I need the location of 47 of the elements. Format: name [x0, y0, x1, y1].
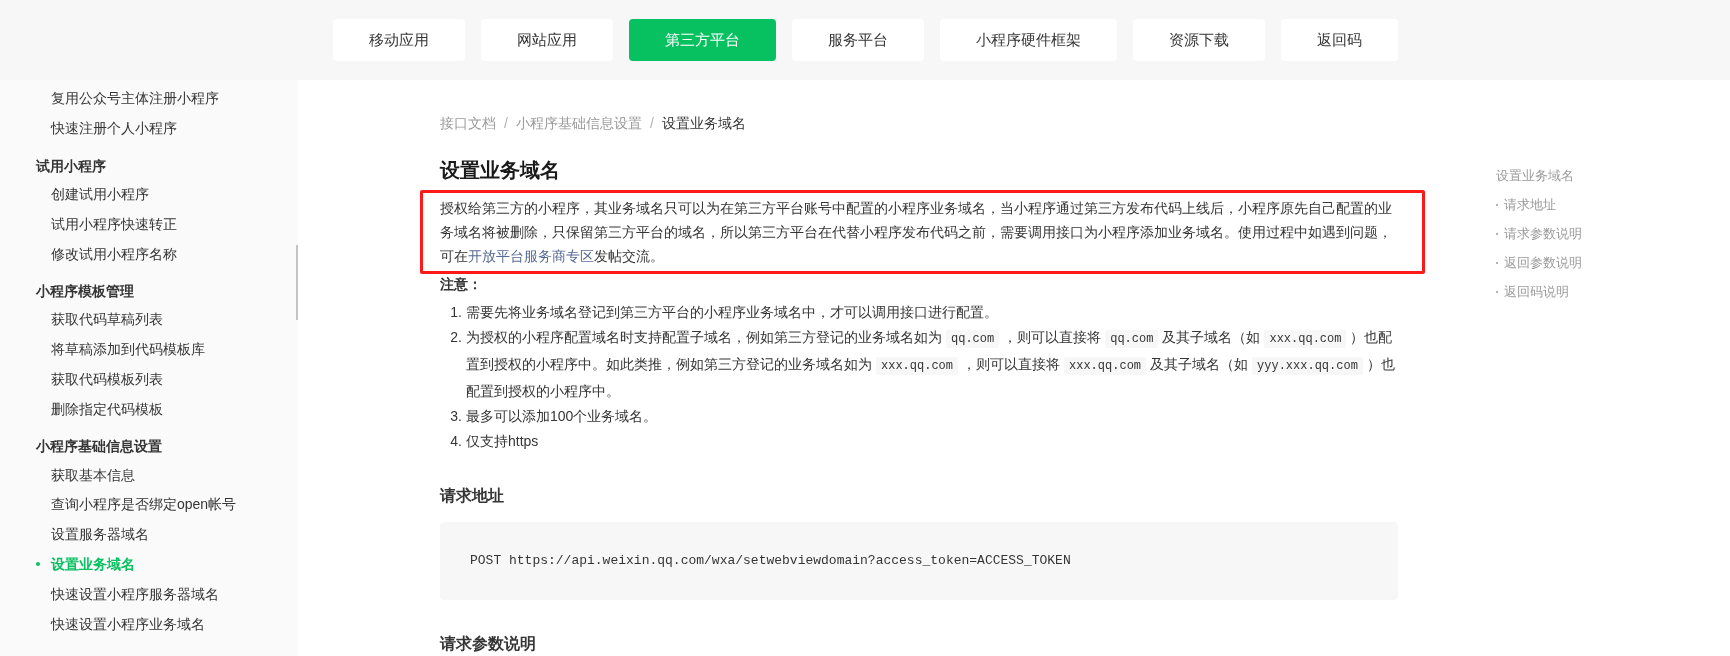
inline-code: qq.com [1105, 330, 1159, 349]
sidebar-item[interactable]: 试用小程序快速转正 [36, 209, 177, 240]
nav-tab[interactable]: 移动应用 [332, 19, 465, 61]
inline-code: xxx.qq.com [1264, 330, 1347, 349]
list-number: 4. [449, 432, 463, 452]
sidebar-heading: 小程序模板管理 [36, 282, 134, 301]
sidebar-item[interactable]: 快速设置小程序服务器域名 [36, 579, 219, 610]
sidebar-item[interactable]: 删除指定代码模板 [36, 394, 163, 425]
sidebar-item[interactable]: 修改试用小程序名称 [36, 239, 177, 269]
nav-tab[interactable]: 服务平台 [791, 19, 924, 61]
list-item-text: 为授权的小程序配置域名时支持配置子域名，例如第三方登记的业务域名如为 qq.com ，则可以直接将 qq.com 及其子域名（如 xxx.qq.com ）也配置到授权的小程序中。如此类推，例如第三方登记的业务域名如为 xxx.qq.com ，则可以直接将 xxx.qq.com 及其子域名（如 yyy.xxx.qq.com ）也配置到授权的小程序中。 [466, 328, 1395, 402]
sidebar-item[interactable]: 获取基本信息 [36, 460, 135, 490]
inline-code: xxx.qq.com [876, 357, 958, 376]
sidebar-item[interactable]: 快速设置小程序业务域名 [36, 609, 205, 639]
sidebar-item[interactable]: 获取代码模板列表 [36, 364, 163, 395]
sidebar-item[interactable]: 查询小程序是否绑定open帐号 [36, 489, 237, 520]
section-heading: 请求地址 [440, 486, 504, 507]
nav-tab[interactable]: 资源下载 [1132, 19, 1265, 61]
breadcrumb-separator: / [649, 113, 654, 133]
note-label: 注意： [440, 275, 482, 295]
nav-tab[interactable]: 返回码 [1280, 19, 1398, 61]
sidebar-item[interactable]: 复用公众号主体注册小程序 [36, 84, 219, 114]
code-block: POST https://api.weixin.qq.com/wxa/setwebviewdomain?access_token=ACCESS_TOKEN [440, 522, 1398, 600]
list-number: 3. [449, 407, 463, 427]
inline-code: xxx.qq.com [1064, 357, 1147, 376]
intro-paragraph: 授权给第三方的小程序，其业务域名只可以为在第三方平台账号中配置的小程序业务域名，当小程序通过第三方发布代码上线后，小程序原先自己配置的业务域名将被删除，只保留第三方平台的域名，所以第三方平台在代替小程序发布代码之前，需要调用接口为小程序添加业务域名。使用过程中如遇到问题，可在开放平台服务商专区发帖交流。 [440, 199, 1393, 267]
list-number: 1. [449, 303, 463, 323]
sidebar-item[interactable]: 获取代码草稿列表 [36, 305, 163, 335]
page-title: 设置业务域名 [440, 158, 561, 184]
sidebar-item[interactable]: 创建试用小程序 [36, 179, 149, 210]
list-item-text: 仅支持https [466, 432, 540, 452]
inline-code: qq.com [946, 330, 1000, 349]
inline-code: yyy.xxx.qq.com [1252, 357, 1363, 376]
breadcrumb-separator: / [504, 113, 508, 133]
sidebar-heading: 小程序基础信息设置 [36, 437, 162, 457]
nav-tab[interactable]: 网站应用 [480, 19, 613, 61]
list-item-text: 最多可以添加100个业务域名。 [466, 407, 659, 427]
forum-link[interactable]: 开放平台服务商专区 [468, 248, 594, 265]
sidebar-heading: 试用小程序 [36, 156, 106, 176]
sidebar-item[interactable]: 设置服务器域名 [36, 519, 149, 550]
bullet-icon [36, 562, 40, 567]
nav-tab[interactable]: 小程序硬件框架 [939, 19, 1117, 61]
sidebar-item[interactable]: 快速注册个人小程序 [36, 113, 177, 144]
sidebar-item[interactable]: 将草稿添加到代码模板库 [36, 334, 205, 365]
list-number: 2. [449, 328, 463, 348]
section-heading: 请求参数说明 [440, 634, 536, 654]
list-item-text: 需要先将业务域名登记到第三方平台的小程序业务域名中，才可以调用接口进行配置。 [466, 303, 999, 323]
